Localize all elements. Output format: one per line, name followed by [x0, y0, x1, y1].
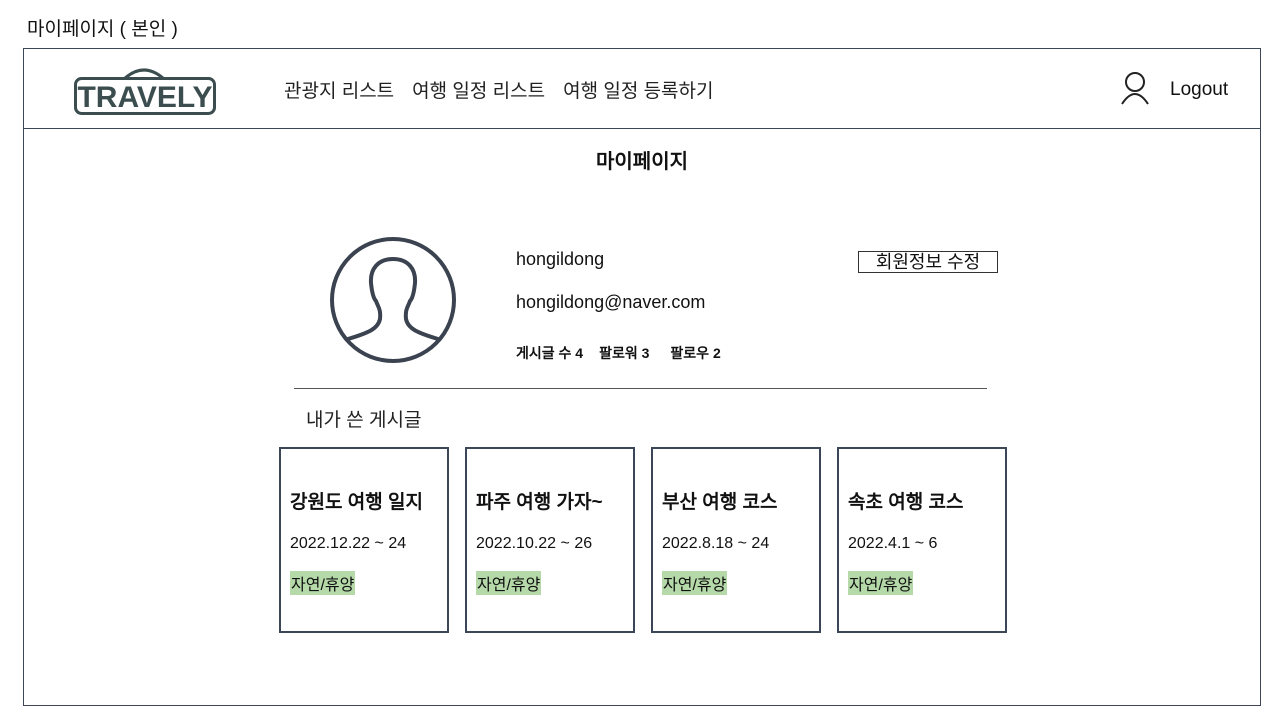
post-card[interactable]: 부산 여행 코스 2022.8.18 ~ 24 자연/휴양 [651, 447, 821, 633]
stat-posts[interactable]: 게시글 수 4 [516, 343, 583, 363]
logout-link[interactable]: Logout [1170, 79, 1228, 101]
post-tag: 자연/휴양 [662, 571, 728, 595]
post-card[interactable]: 속초 여행 코스 2022.4.1 ~ 6 자연/휴양 [837, 447, 1007, 633]
post-tag: 자연/휴양 [476, 571, 542, 595]
post-date: 2022.10.22 ~ 26 [476, 535, 593, 552]
post-title: 강원도 여행 일지 [290, 492, 423, 513]
post-tag: 자연/휴양 [848, 571, 914, 595]
post-card-list: 강원도 여행 일지 2022.12.22 ~ 24 자연/휴양 파주 여행 가자… [279, 447, 1007, 633]
divider [294, 388, 987, 389]
main-nav: 관광지 리스트 여행 일정 리스트 여행 일정 등록하기 [284, 76, 714, 103]
logo-text: TRAVELY [77, 81, 212, 114]
post-date: 2022.8.18 ~ 24 [662, 535, 770, 552]
user-icon[interactable] [1120, 71, 1156, 107]
stat-following[interactable]: 팔로우 2 [670, 343, 720, 363]
nav-attractions[interactable]: 관광지 리스트 [284, 76, 394, 103]
page-title: 마이페이지 [596, 151, 688, 173]
my-posts-title: 내가 쓴 게시글 [306, 410, 422, 431]
nav-itineraries[interactable]: 여행 일정 리스트 [412, 76, 545, 103]
post-card[interactable]: 파주 여행 가자~ 2022.10.22 ~ 26 자연/휴양 [465, 447, 635, 633]
page-caption: 마이페이지 ( 본인 ) [27, 19, 178, 40]
nav-register-itinerary[interactable]: 여행 일정 등록하기 [563, 76, 713, 103]
avatar-icon [328, 237, 460, 365]
post-title: 파주 여행 가자~ [476, 492, 603, 513]
profile-stats: 게시글 수 4 팔로워 3 팔로우 2 [516, 343, 721, 363]
edit-profile-button[interactable]: 회원정보 수정 [858, 251, 998, 273]
post-date: 2022.12.22 ~ 24 [290, 535, 407, 552]
post-tag: 자연/휴양 [290, 571, 356, 595]
post-title: 부산 여행 코스 [662, 492, 778, 513]
header: TRAVELY 관광지 리스트 여행 일정 리스트 여행 일정 등록하기 Log… [24, 49, 1260, 129]
post-card[interactable]: 강원도 여행 일지 2022.12.22 ~ 24 자연/휴양 [279, 447, 449, 633]
post-date: 2022.4.1 ~ 6 [848, 535, 938, 552]
post-title: 속초 여행 코스 [848, 492, 964, 513]
profile-username: hongildong [516, 249, 605, 269]
travely-logo[interactable]: TRAVELY [74, 63, 218, 117]
page-frame: TRAVELY 관광지 리스트 여행 일정 리스트 여행 일정 등록하기 Log… [23, 48, 1261, 706]
profile-email: hongildong@naver.com [516, 292, 706, 312]
stat-followers[interactable]: 팔로워 3 [599, 343, 649, 363]
